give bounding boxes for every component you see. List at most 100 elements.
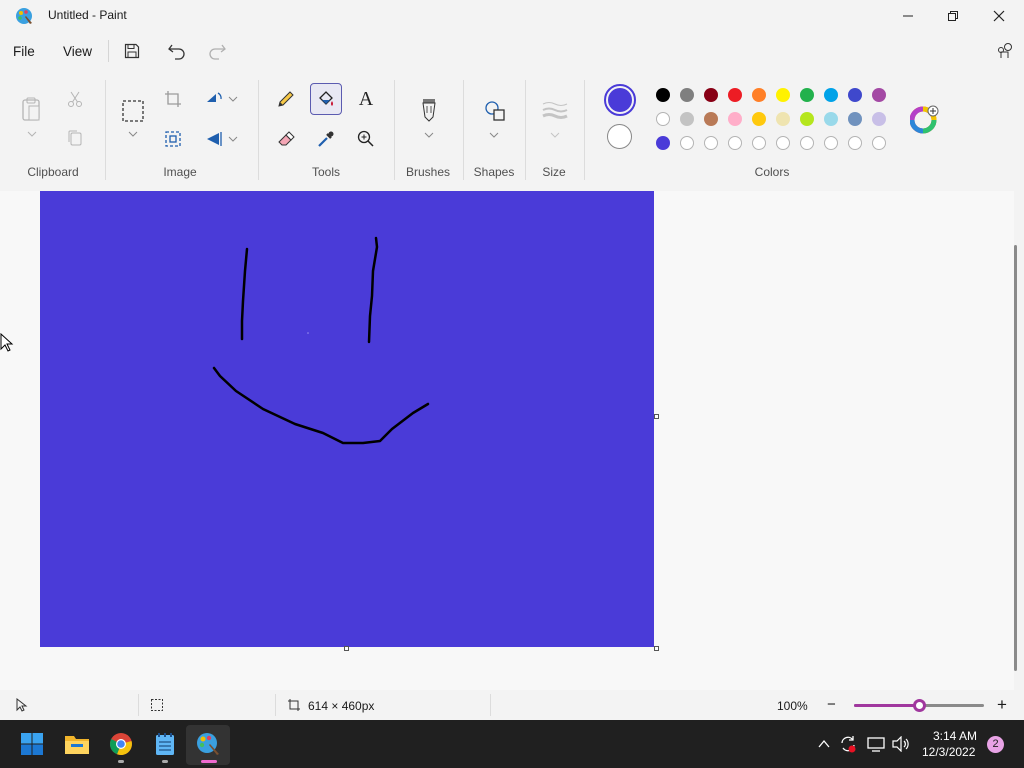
color-swatch[interactable] (656, 88, 670, 102)
taskbar-file-explorer[interactable] (61, 728, 93, 760)
color-swatch[interactable] (752, 88, 766, 102)
paste-icon[interactable] (20, 96, 44, 124)
volume-icon[interactable] (891, 736, 911, 752)
custom-color-slot[interactable] (776, 136, 790, 150)
menu-file[interactable]: File (13, 44, 35, 59)
rotate-dropdown-chevron-icon[interactable] (228, 95, 238, 103)
resize-handle-right[interactable] (654, 414, 659, 419)
show-hidden-icons-chevron-icon[interactable] (817, 738, 831, 750)
clock-time[interactable]: 3:14 AM (933, 729, 977, 743)
custom-color-slot[interactable] (728, 136, 742, 150)
paste-dropdown-chevron-icon[interactable] (27, 130, 37, 138)
pencil-tool[interactable] (270, 83, 302, 115)
color-swatch[interactable] (800, 88, 814, 102)
custom-color-slot[interactable] (872, 136, 886, 150)
zoom-out-button[interactable]: − (827, 696, 836, 713)
drawing-canvas[interactable] (40, 191, 654, 647)
chrome-running-indicator (118, 760, 124, 763)
resize-handle-bottom[interactable] (344, 646, 349, 651)
sync-icon[interactable] (838, 734, 858, 754)
zoom-percent[interactable]: 100% (777, 699, 808, 713)
undo-icon[interactable] (167, 42, 187, 60)
fill-tool[interactable] (310, 83, 342, 115)
secondary-color-swatch[interactable] (607, 124, 632, 149)
custom-color-slot[interactable] (800, 136, 814, 150)
zoom-in-button[interactable]: + (997, 695, 1007, 715)
custom-color-slot[interactable] (704, 136, 718, 150)
crop-icon[interactable] (164, 90, 182, 108)
color-swatch[interactable] (728, 112, 742, 126)
flip-icon[interactable] (204, 130, 224, 148)
resize-icon[interactable] (164, 130, 182, 148)
color-swatch[interactable] (728, 88, 742, 102)
edit-colors-icon[interactable] (910, 104, 940, 134)
color-swatch[interactable] (872, 88, 886, 102)
color-swatch[interactable] (656, 136, 670, 150)
color-swatch[interactable] (680, 88, 694, 102)
custom-color-slot[interactable] (680, 136, 694, 150)
custom-color-slot[interactable] (848, 136, 862, 150)
size-icon[interactable] (542, 100, 568, 120)
eraser-tool[interactable] (270, 123, 302, 155)
close-button[interactable] (976, 0, 1022, 32)
brushes-dropdown-chevron-icon[interactable] (424, 131, 434, 139)
notification-badge[interactable]: 2 (987, 736, 1004, 753)
eraser-icon (278, 131, 295, 146)
start-button[interactable] (16, 728, 48, 760)
brushes-icon[interactable] (419, 97, 439, 123)
color-swatch[interactable] (752, 112, 766, 126)
color-swatch[interactable] (704, 88, 718, 102)
taskbar-chrome[interactable] (105, 728, 137, 760)
size-dropdown-chevron-icon[interactable] (550, 131, 560, 139)
chrome-icon (109, 733, 132, 756)
group-label-image: Image (163, 165, 197, 179)
color-swatch[interactable] (800, 112, 814, 126)
restore-icon (948, 11, 958, 21)
flip-dropdown-chevron-icon[interactable] (228, 135, 238, 143)
share-icon[interactable] (995, 41, 1015, 61)
custom-color-slot[interactable] (824, 136, 838, 150)
text-tool-glyph: A (358, 87, 374, 110)
restore-button[interactable] (930, 0, 976, 32)
color-swatch[interactable] (776, 112, 790, 126)
taskbar-notepad[interactable] (149, 728, 181, 760)
color-swatch[interactable] (680, 112, 694, 126)
cut-icon[interactable] (66, 90, 84, 108)
taskbar-paint[interactable] (192, 728, 224, 760)
text-tool[interactable]: A (350, 83, 382, 115)
stray-dot (307, 332, 309, 334)
custom-color-slot[interactable] (752, 136, 766, 150)
color-swatch[interactable] (704, 112, 718, 126)
color-picker-tool[interactable] (310, 123, 342, 155)
color-swatch[interactable] (848, 88, 862, 102)
network-icon[interactable] (866, 736, 886, 752)
copy-icon[interactable] (66, 129, 84, 147)
shapes-dropdown-chevron-icon[interactable] (489, 131, 499, 139)
shapes-icon[interactable] (483, 99, 507, 123)
select-dropdown-chevron-icon[interactable] (128, 130, 138, 138)
menu-view[interactable]: View (63, 44, 92, 59)
fill-bucket-icon (319, 91, 333, 106)
zoom-slider-thumb[interactable] (913, 699, 926, 712)
zoom-slider-track[interactable] (854, 699, 984, 712)
close-icon (993, 10, 1005, 22)
color-swatch[interactable] (776, 88, 790, 102)
primary-color-selector[interactable] (604, 84, 636, 116)
select-icon[interactable] (121, 99, 145, 123)
eyedropper-icon (318, 131, 334, 147)
color-swatch[interactable] (848, 112, 862, 126)
magnifier-tool[interactable] (350, 123, 382, 155)
minimize-button[interactable] (885, 0, 931, 32)
vertical-scrollbar[interactable] (1014, 245, 1017, 671)
primary-color-swatch (608, 88, 632, 112)
resize-handle-corner[interactable] (654, 646, 659, 651)
clock-date[interactable]: 12/3/2022 (922, 745, 975, 759)
color-swatch[interactable] (656, 112, 670, 126)
save-icon[interactable] (123, 42, 141, 60)
rotate-icon[interactable] (204, 90, 224, 108)
color-swatch[interactable] (824, 112, 838, 126)
pencil-icon (278, 91, 294, 107)
redo-icon[interactable] (207, 42, 227, 60)
color-swatch[interactable] (872, 112, 886, 126)
color-swatch[interactable] (824, 88, 838, 102)
